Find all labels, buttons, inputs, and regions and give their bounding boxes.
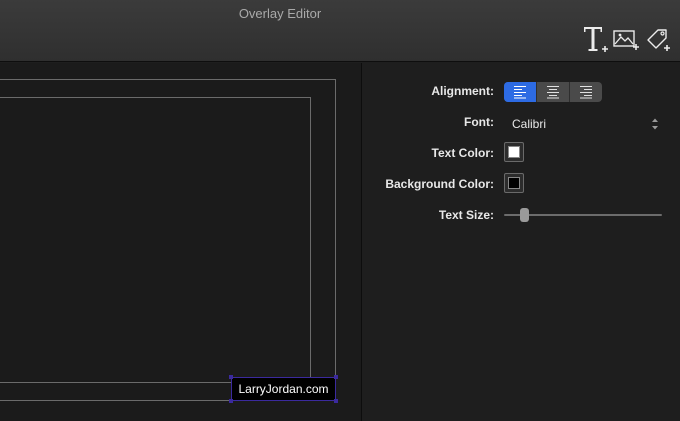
font-popup[interactable]: Calibri (504, 115, 660, 133)
background-color-label: Background Color: (385, 177, 494, 191)
text-color-swatch (508, 146, 520, 158)
text-size-slider[interactable] (504, 208, 662, 222)
text-color-well[interactable] (504, 142, 524, 162)
align-left-icon (514, 86, 526, 99)
alignment-segmented-control (504, 82, 602, 102)
text-add-icon (584, 27, 608, 52)
resize-handle-top-left[interactable] (229, 375, 233, 379)
alignment-label: Alignment: (431, 84, 494, 98)
font-value: Calibri (512, 117, 547, 131)
align-center-icon (547, 86, 559, 99)
watermark-text-box[interactable]: LarryJordan.com (231, 377, 336, 401)
text-color-label: Text Color: (431, 146, 494, 160)
overlay-editor-window: Overlay Editor LarryJordan.com Alignment… (0, 0, 680, 421)
image-add-icon (613, 30, 639, 50)
canvas-area[interactable]: LarryJordan.com (0, 63, 361, 421)
title-bar: Overlay Editor (0, 0, 680, 62)
watermark-text: LarryJordan.com (238, 382, 329, 396)
text-size-label: Text Size: (438, 208, 494, 222)
background-color-well[interactable] (504, 173, 524, 193)
add-text-button[interactable] (582, 24, 610, 54)
add-tag-button[interactable] (644, 24, 672, 54)
inspector-panel: Alignment: Font: Calibri Text Color: Bac… (362, 63, 680, 421)
add-image-button[interactable] (612, 24, 640, 54)
background-color-swatch (508, 177, 520, 189)
align-left-button[interactable] (504, 82, 537, 102)
font-label: Font: (464, 115, 494, 129)
slider-knob[interactable] (520, 208, 529, 222)
align-right-button[interactable] (570, 82, 602, 102)
tag-add-icon (647, 29, 670, 51)
resize-handle-bottom-right[interactable] (334, 399, 338, 403)
canvas-safe-frame (0, 97, 311, 383)
align-center-button[interactable] (537, 82, 570, 102)
align-right-icon (580, 86, 592, 99)
popup-arrows-icon (652, 118, 658, 130)
window-title: Overlay Editor (238, 6, 322, 21)
resize-handle-bottom-left[interactable] (229, 399, 233, 403)
resize-handle-top-right[interactable] (334, 375, 338, 379)
